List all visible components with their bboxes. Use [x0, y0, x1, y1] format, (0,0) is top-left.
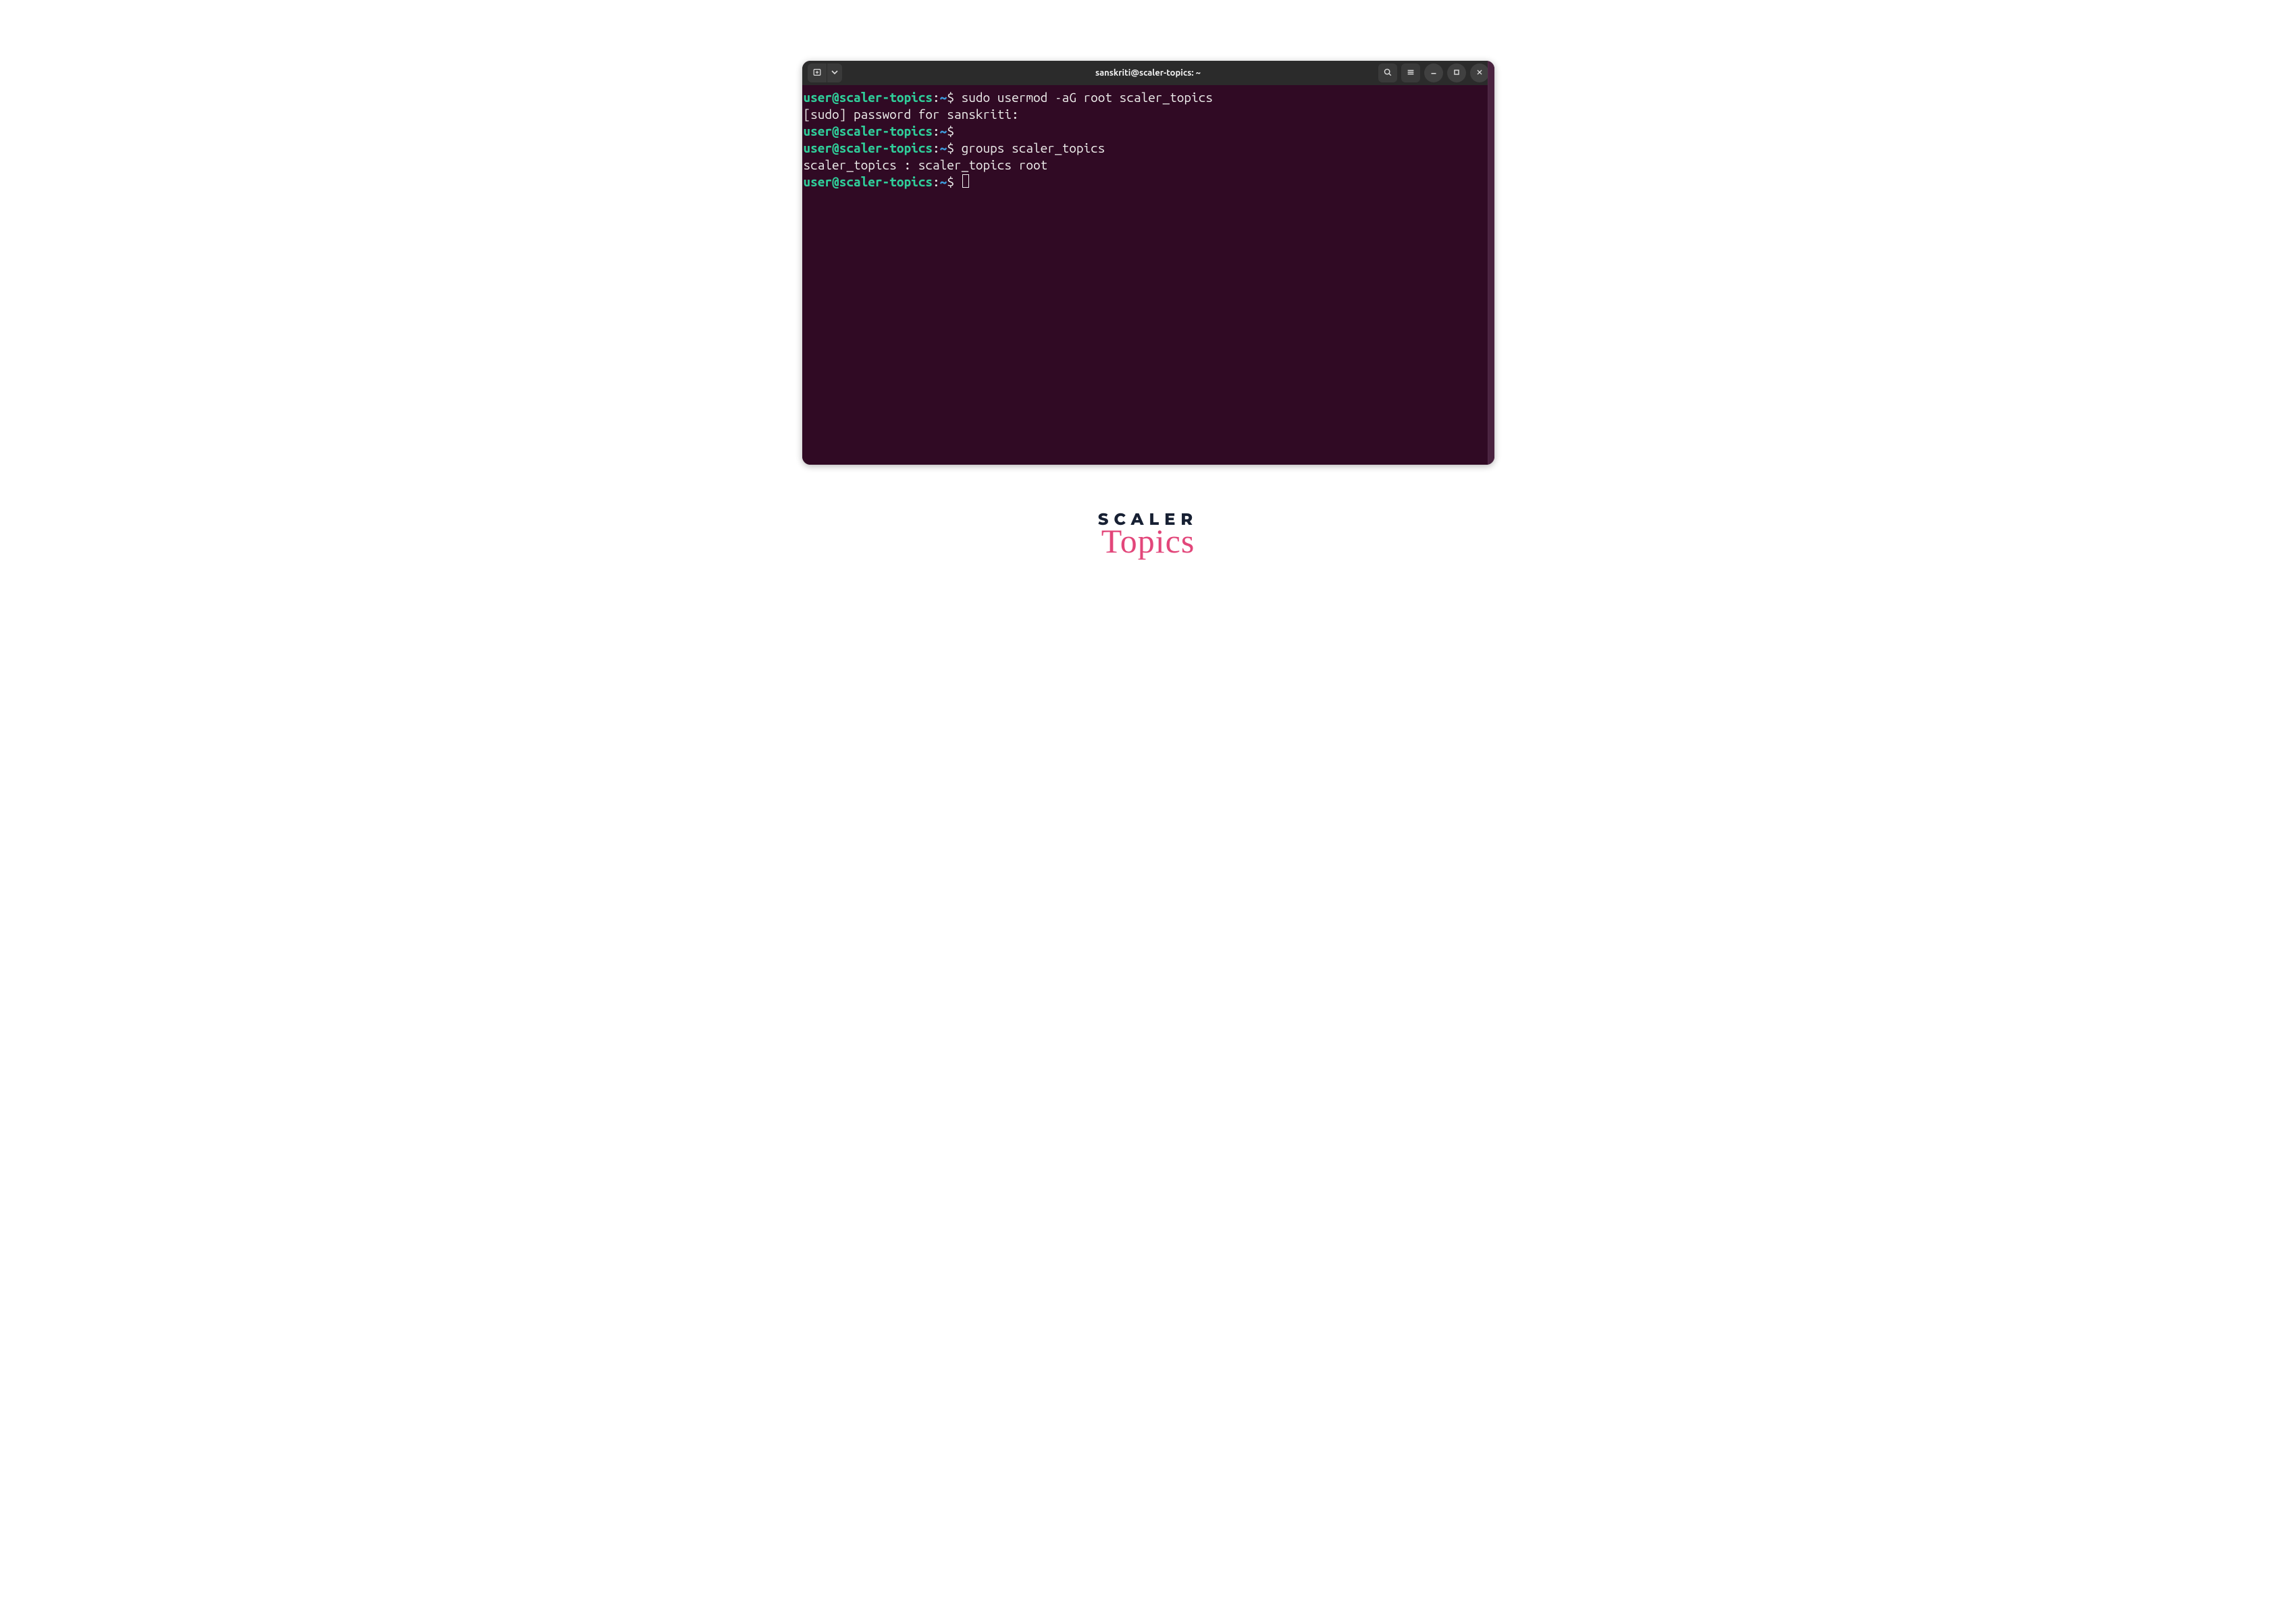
prompt-separator: :: [933, 90, 940, 105]
new-tab-group: [808, 63, 842, 82]
prompt-symbol: $: [947, 140, 961, 155]
close-button[interactable]: [1470, 63, 1489, 82]
hamburger-menu-button[interactable]: [1401, 63, 1420, 82]
prompt-symbol: $: [947, 124, 961, 138]
command-text: sudo usermod -aG root scaler_topics: [962, 90, 1213, 105]
terminal-output-line: scaler_topics : scaler_topics root: [804, 157, 1493, 174]
prompt-symbol: $: [947, 174, 961, 189]
close-icon: [1475, 68, 1484, 79]
prompt-separator: :: [933, 174, 940, 189]
titlebar-left-controls: [808, 63, 842, 82]
terminal-prompt-line: user@scaler-topics:~$ sudo usermod -aG r…: [804, 89, 1493, 106]
maximize-icon: [1452, 68, 1461, 79]
prompt-user-host: user@scaler-topics: [804, 140, 933, 155]
minimize-button[interactable]: [1424, 63, 1443, 82]
command-text: groups scaler_topics: [962, 140, 1105, 155]
terminal-prompt-line: user@scaler-topics:~$: [804, 174, 1493, 190]
prompt-path: ~: [940, 140, 947, 155]
prompt-path: ~: [940, 90, 947, 105]
terminal-cursor: [962, 174, 969, 188]
prompt-user-host: user@scaler-topics: [804, 124, 933, 138]
search-button[interactable]: [1378, 63, 1397, 82]
prompt-separator: :: [933, 124, 940, 138]
prompt-user-host: user@scaler-topics: [804, 90, 933, 105]
terminal-window: sanskriti@scaler-topics: ~: [802, 61, 1494, 465]
prompt-path: ~: [940, 174, 947, 189]
titlebar-right-controls: [1378, 63, 1489, 82]
prompt-separator: :: [933, 140, 940, 155]
new-tab-dropdown[interactable]: [827, 63, 842, 82]
new-tab-button[interactable]: [808, 63, 827, 82]
minimize-icon: [1429, 68, 1438, 79]
output-text: [sudo] password for sanskriti:: [804, 107, 1026, 122]
terminal-prompt-line: user@scaler-topics:~$ groups scaler_topi…: [804, 140, 1493, 157]
output-text: scaler_topics : scaler_topics root: [804, 157, 1048, 172]
prompt-path: ~: [940, 124, 947, 138]
search-icon: [1383, 68, 1392, 79]
terminal-output-line: [sudo] password for sanskriti:: [804, 106, 1493, 123]
terminal-prompt-line: user@scaler-topics:~$: [804, 123, 1493, 140]
terminal-body[interactable]: user@scaler-topics:~$ sudo usermod -aG r…: [802, 85, 1494, 465]
prompt-symbol: $: [947, 90, 961, 105]
new-tab-icon: [812, 68, 822, 79]
maximize-button[interactable]: [1447, 63, 1466, 82]
hamburger-icon: [1406, 68, 1415, 79]
chevron-down-icon: [831, 68, 838, 78]
brand-text-bottom: Topics: [1098, 524, 1198, 558]
window-titlebar: sanskriti@scaler-topics: ~: [802, 61, 1494, 85]
terminal-scrollbar[interactable]: [1488, 61, 1494, 465]
brand-logo: SCALER Topics: [1098, 512, 1198, 558]
prompt-user-host: user@scaler-topics: [804, 174, 933, 189]
